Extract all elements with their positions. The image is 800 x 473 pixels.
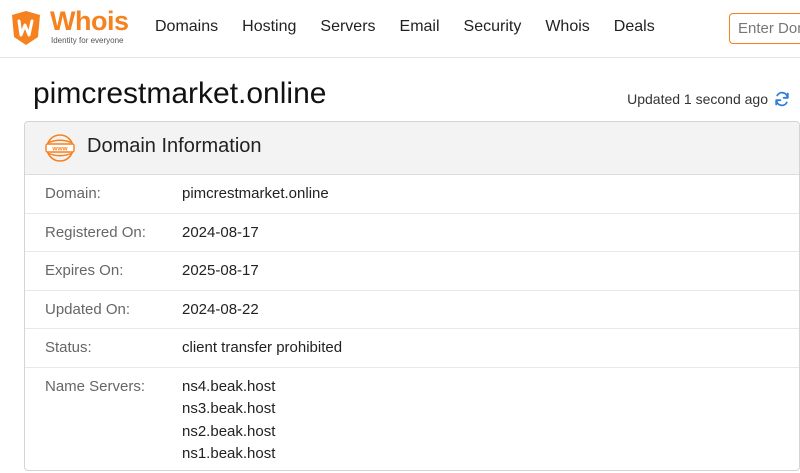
name-server-list: ns4.beak.host ns3.beak.host ns2.beak.hos… xyxy=(182,376,275,465)
row-value: client transfer prohibited xyxy=(182,339,343,357)
nav-deals[interactable]: Deals xyxy=(614,18,655,36)
name-server: ns3.beak.host xyxy=(182,400,276,418)
nav-domains[interactable]: Domains xyxy=(155,18,218,36)
nav-whois[interactable]: Whois xyxy=(545,18,589,36)
site-header: Whois Identity for everyone Domains Host… xyxy=(0,0,800,58)
row-value: 2024-08-22 xyxy=(182,300,259,318)
row-label: Expires On: xyxy=(45,262,124,280)
updated-status: Updated 1 second ago xyxy=(627,91,790,107)
nav-servers[interactable]: Servers xyxy=(320,18,375,36)
info-row-updated: Updated On: 2024-08-22 xyxy=(25,291,799,330)
nav-security[interactable]: Security xyxy=(464,18,522,36)
row-value: 2024-08-17 xyxy=(182,223,259,241)
nav-hosting[interactable]: Hosting xyxy=(242,18,296,36)
page-title: pimcrestmarket.online xyxy=(33,77,327,110)
whois-logo[interactable]: Whois Identity for everyone xyxy=(8,6,133,48)
updated-text: Updated 1 second ago xyxy=(627,91,768,107)
info-row-name-servers: Name Servers: ns4.beak.host ns3.beak.hos… xyxy=(25,368,799,468)
info-row-expires: Expires On: 2025-08-17 xyxy=(25,252,799,291)
info-row-domain: Domain: pimcrestmarket.online xyxy=(25,175,799,214)
domain-info-card: www Domain Information Domain: pimcrestm… xyxy=(24,121,800,471)
nav-email[interactable]: Email xyxy=(400,18,440,36)
name-server: ns4.beak.host xyxy=(182,377,276,395)
row-value: pimcrestmarket.online xyxy=(182,185,329,202)
www-globe-icon: www xyxy=(45,134,75,162)
name-server: ns1.beak.host xyxy=(182,444,276,462)
row-label: Domain: xyxy=(45,185,101,202)
domain-search-input[interactable] xyxy=(729,13,800,44)
refresh-icon[interactable] xyxy=(774,91,790,107)
card-title: Domain Information xyxy=(87,135,262,157)
row-label: Status: xyxy=(45,339,92,357)
card-header: www Domain Information xyxy=(25,122,799,175)
svg-text:www: www xyxy=(51,146,68,153)
row-label: Registered On: xyxy=(45,223,146,241)
whois-logo-icon xyxy=(12,11,40,45)
name-server: ns2.beak.host xyxy=(182,422,276,440)
row-label: Name Servers: xyxy=(45,377,146,395)
row-value: 2025-08-17 xyxy=(182,262,259,280)
main-nav: Domains Hosting Servers Email Security W… xyxy=(155,18,655,36)
logo-tagline: Identity for everyone xyxy=(51,36,124,45)
row-label: Updated On: xyxy=(45,300,131,318)
info-row-registered: Registered On: 2024-08-17 xyxy=(25,214,799,253)
info-row-status: Status: client transfer prohibited xyxy=(25,329,799,368)
logo-wordmark: Whois xyxy=(50,6,129,36)
